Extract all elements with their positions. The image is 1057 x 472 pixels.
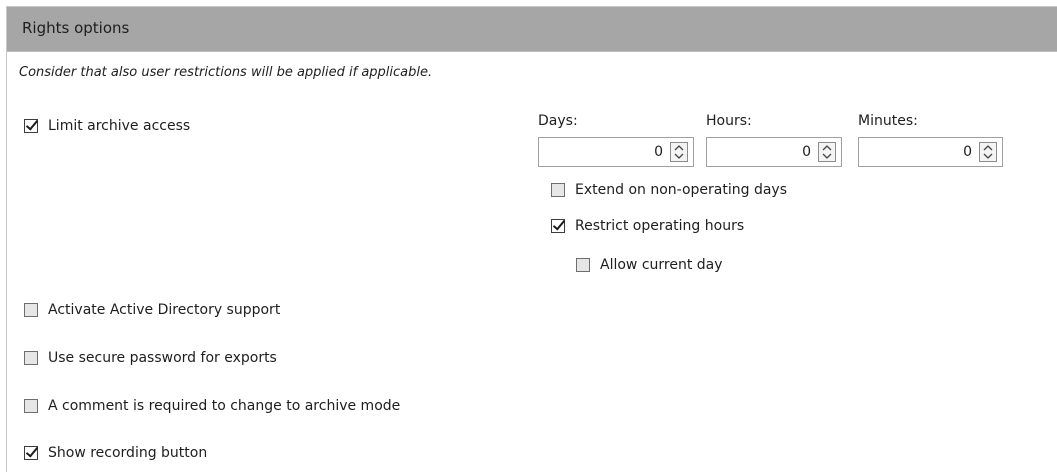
limit-archive-access-checkbox[interactable]: Limit archive access [24,117,190,135]
extend-non-operating-days-checkbox[interactable]: Extend on non-operating days [551,181,787,199]
checkbox-box[interactable] [24,351,38,365]
minutes-label: Minutes: [858,113,918,129]
hours-value[interactable]: 0 [802,144,811,160]
days-value[interactable]: 0 [654,144,663,160]
checkbox-box[interactable] [24,119,38,133]
panel-header: Rights options [7,7,1057,52]
checkbox-label: Restrict operating hours [575,218,745,234]
up-down-spinner-icon[interactable] [670,142,688,162]
restrict-operating-hours-checkbox[interactable]: Restrict operating hours [551,217,744,235]
days-label: Days: [538,113,578,129]
checkbox-label: Extend on non-operating days [575,182,787,198]
allow-current-day-checkbox[interactable]: Allow current day [576,256,723,274]
rights-options-panel: Rights options Consider that also user r… [6,6,1057,472]
days-spinner[interactable]: 0 [538,137,694,167]
checkbox-label: Activate Active Directory support [48,302,281,318]
comment-required-checkbox[interactable]: A comment is required to change to archi… [24,397,400,415]
minutes-value[interactable]: 0 [963,144,972,160]
up-down-spinner-icon[interactable] [818,142,836,162]
checkbox-label: Limit archive access [48,118,191,134]
up-down-spinner-icon[interactable] [979,142,997,162]
show-recording-button-checkbox[interactable]: Show recording button [24,444,207,462]
hours-spinner[interactable]: 0 [706,137,842,167]
checkbox-label: Show recording button [48,445,208,461]
checkbox-label: Allow current day [600,257,723,273]
checkbox-label: A comment is required to change to archi… [48,398,401,414]
restrictions-note: Consider that also user restrictions wil… [19,65,433,80]
hours-label: Hours: [706,113,752,129]
secure-password-exports-checkbox[interactable]: Use secure password for exports [24,349,277,367]
checkbox-box[interactable] [551,183,565,197]
panel-title: Rights options [22,19,130,37]
checkbox-label: Use secure password for exports [48,350,277,366]
checkbox-box[interactable] [24,446,38,460]
active-directory-support-checkbox[interactable]: Activate Active Directory support [24,301,280,319]
checkbox-box[interactable] [576,258,590,272]
checkbox-box[interactable] [24,399,38,413]
checkbox-box[interactable] [551,219,565,233]
checkbox-box[interactable] [24,303,38,317]
minutes-spinner[interactable]: 0 [858,137,1003,167]
